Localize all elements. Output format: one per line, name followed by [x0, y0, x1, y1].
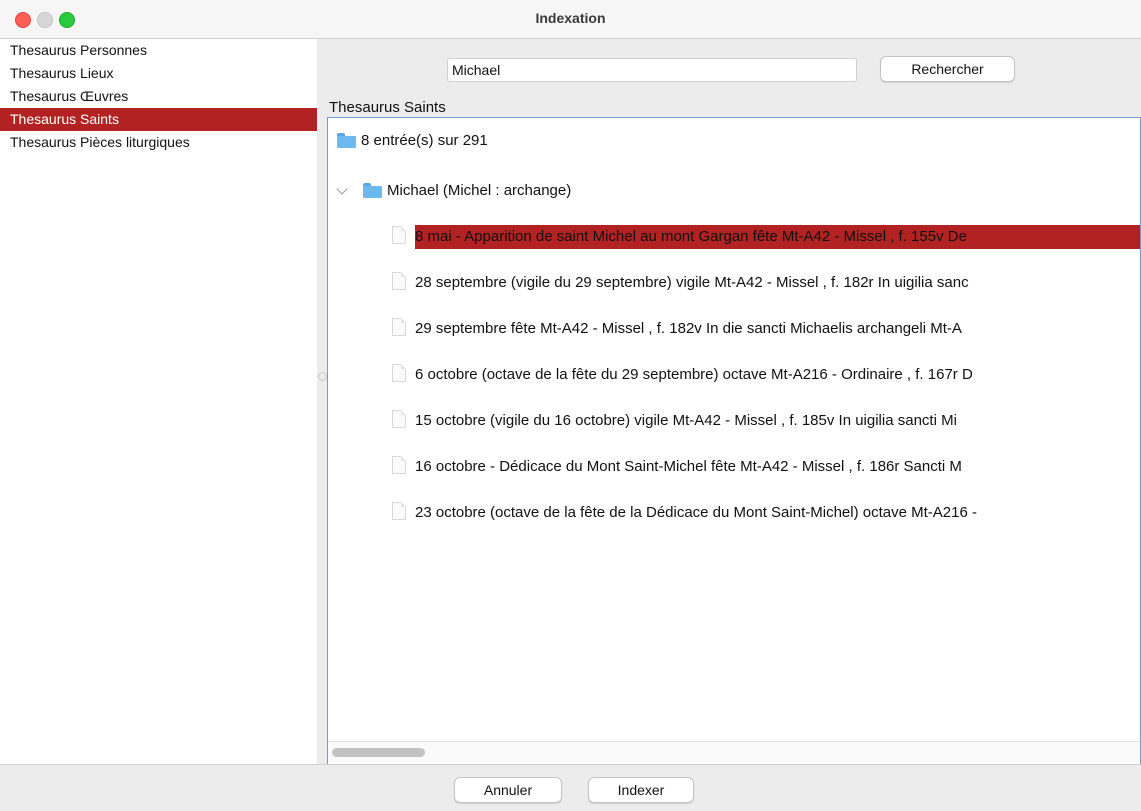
document-icon — [392, 455, 407, 475]
document-icon — [392, 363, 407, 383]
sidebar-item-oeuvres[interactable]: Thesaurus Œuvres — [0, 85, 317, 108]
tree-leaf[interactable]: 6 octobre (octave de la fête du 29 septe… — [392, 363, 973, 387]
tree-node-label: Michael (Michel : archange) — [387, 182, 572, 200]
splitter-grip-icon[interactable] — [318, 372, 327, 381]
tree-leaf[interactable]: 15 octobre (vigile du 16 octobre) vigile… — [392, 409, 957, 433]
tree-leaf-label: 16 octobre - Dédicace du Mont Saint-Mich… — [415, 458, 962, 476]
chevron-down-icon[interactable] — [336, 183, 348, 195]
sidebar-item-saints[interactable]: Thesaurus Saints — [0, 108, 317, 131]
tree-node[interactable]: Michael (Michel : archange) — [363, 179, 571, 203]
cancel-button[interactable]: Annuler — [454, 777, 562, 803]
title-bar: Indexation — [0, 0, 1141, 39]
scrollbar-thumb[interactable] — [332, 748, 425, 757]
split-pane-divider[interactable] — [317, 39, 327, 764]
section-title: Thesaurus Saints — [329, 99, 446, 116]
document-icon — [392, 225, 407, 245]
tree-root[interactable]: 8 entrée(s) sur 291 — [337, 129, 488, 153]
tree-leaf-label: 15 octobre (vigile du 16 octobre) vigile… — [415, 412, 957, 430]
horizontal-scrollbar[interactable] — [328, 741, 1140, 764]
tree-leaf-label: 23 octobre (octave de la fête de la Dédi… — [415, 504, 977, 522]
tree-leaf-label: 28 septembre (vigile du 29 septembre) vi… — [415, 274, 969, 292]
search-button[interactable]: Rechercher — [880, 56, 1015, 82]
tree-leaf-label: 6 octobre (octave de la fête du 29 septe… — [415, 366, 973, 384]
index-button[interactable]: Indexer — [588, 777, 694, 803]
tree-leaf-label: 8 mai - Apparition de saint Michel au mo… — [415, 225, 1140, 250]
tree-leaf[interactable]: 16 octobre - Dédicace du Mont Saint-Mich… — [392, 455, 962, 479]
search-input[interactable] — [447, 58, 857, 82]
tree-leaf[interactable]: 23 octobre (octave de la fête de la Dédi… — [392, 501, 977, 525]
tree-root-label: 8 entrée(s) sur 291 — [361, 132, 488, 150]
footer-divider — [0, 764, 1141, 765]
results-tree[interactable]: 8 entrée(s) sur 291 Michael (Michel : ar… — [327, 117, 1141, 764]
document-icon — [392, 409, 407, 429]
sidebar-item-pieces-liturgiques[interactable]: Thesaurus Pièces liturgiques — [0, 131, 317, 154]
tree-leaf[interactable]: 29 septembre fête Mt-A42 - Missel , f. 1… — [392, 317, 962, 341]
sidebar-item-personnes[interactable]: Thesaurus Personnes — [0, 39, 317, 62]
tree-leaf-label: 29 septembre fête Mt-A42 - Missel , f. 1… — [415, 320, 962, 338]
document-icon — [392, 271, 407, 291]
thesaurus-list: Thesaurus Personnes Thesaurus Lieux Thes… — [0, 39, 318, 764]
document-icon — [392, 501, 407, 521]
tree-leaf[interactable]: 8 mai - Apparition de saint Michel au mo… — [392, 225, 1140, 250]
window-title: Indexation — [535, 10, 606, 26]
folder-icon — [363, 182, 382, 198]
document-icon — [392, 317, 407, 337]
folder-icon — [337, 132, 356, 148]
tree-leaf[interactable]: 28 septembre (vigile du 29 septembre) vi… — [392, 271, 969, 295]
sidebar-item-lieux[interactable]: Thesaurus Lieux — [0, 62, 317, 85]
